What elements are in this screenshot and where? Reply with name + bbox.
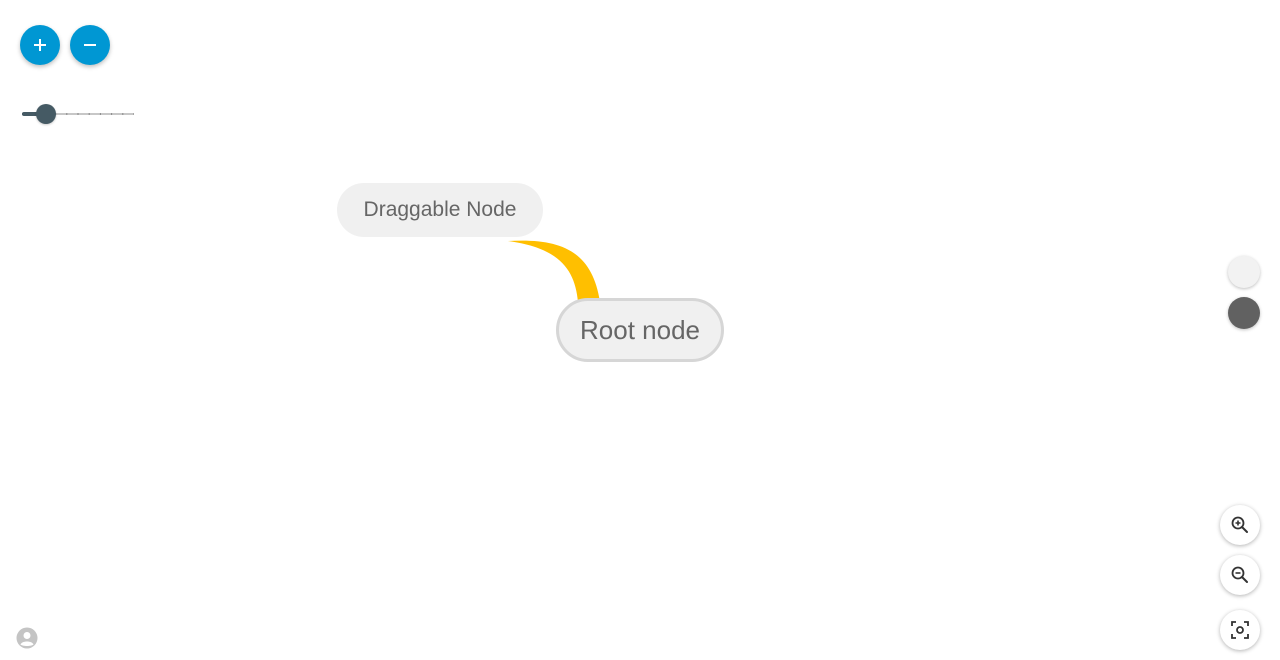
- slider-tick: [111, 113, 113, 115]
- slider-tick: [122, 113, 124, 115]
- slider-tick: [99, 113, 101, 115]
- root-node-label: Root node: [580, 314, 700, 345]
- minus-icon: [84, 44, 96, 46]
- zoom-out-button[interactable]: [1220, 555, 1260, 595]
- slider-thumb[interactable]: [36, 104, 57, 124]
- zoom-in-button[interactable]: [1220, 505, 1260, 545]
- user-account-icon[interactable]: [16, 627, 38, 649]
- slider-tick: [66, 113, 68, 115]
- light-color-swatch[interactable]: [1228, 256, 1260, 288]
- root-node[interactable]: Root node: [556, 298, 724, 362]
- fit-view-button[interactable]: [1220, 610, 1260, 650]
- remove-node-button[interactable]: [70, 25, 110, 65]
- size-slider[interactable]: [22, 104, 136, 124]
- connector-path: [508, 240, 600, 302]
- dark-color-swatch[interactable]: [1228, 297, 1260, 329]
- mindmap-canvas[interactable]: Draggable Node Root node: [0, 0, 1280, 660]
- plus-icon: [34, 39, 46, 51]
- zoom-in-icon: [1231, 516, 1248, 533]
- slider-tick: [133, 113, 134, 115]
- zoom-out-icon: [1231, 566, 1248, 583]
- draggable-node-label: Draggable Node: [363, 198, 517, 221]
- slider-tick: [77, 113, 79, 115]
- slider-tick: [88, 113, 90, 115]
- fit-view-icon: [1231, 621, 1249, 639]
- draggable-node[interactable]: Draggable Node: [337, 183, 543, 237]
- add-node-button[interactable]: [20, 25, 60, 65]
